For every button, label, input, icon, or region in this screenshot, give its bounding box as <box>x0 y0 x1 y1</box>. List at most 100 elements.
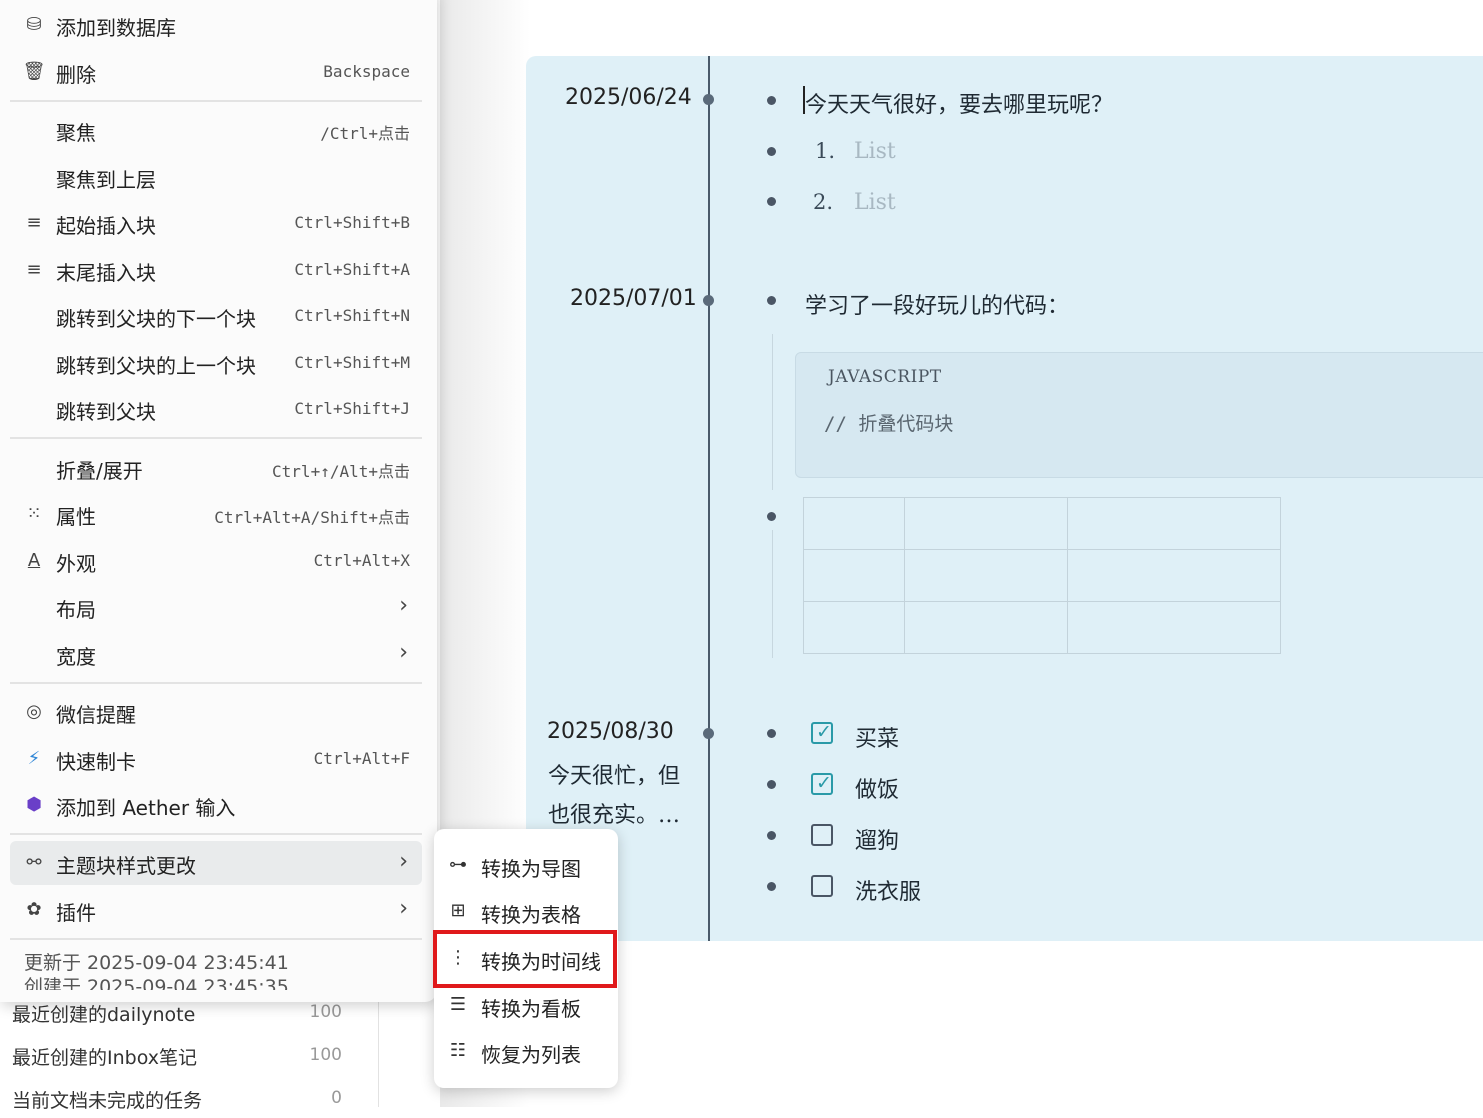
kanban-icon: ☰ <box>449 994 467 1015</box>
submenu-item-restore-list[interactable]: ☷ 恢复为列表 <box>434 1029 618 1073</box>
menu-item-width[interactable]: 宽度 › <box>10 632 422 676</box>
menu-item-shortcut: Ctrl+Alt+X <box>313 551 410 570</box>
bullet[interactable] <box>767 96 776 105</box>
chevron-right-icon: › <box>399 849 408 874</box>
list-number: 1. <box>815 139 836 163</box>
task-label[interactable]: 做饭 <box>855 772 899 804</box>
menu-item-focus[interactable]: 聚焦 /Ctrl+点击 <box>10 108 422 152</box>
menu-item-focus-parent[interactable]: 聚焦到上层 <box>10 155 422 199</box>
paragraph[interactable]: 今天天气很好，要去哪里玩呢？ <box>805 87 1113 119</box>
bullet[interactable] <box>767 831 776 840</box>
bullet[interactable] <box>767 882 776 891</box>
menu-item-add-to-database[interactable]: ⛁ 添加到数据库 <box>10 3 422 47</box>
menu-item-theme-block-style[interactable]: ⚯ 主题块样式更改 › <box>10 841 422 885</box>
menu-item-label: 聚焦 <box>56 121 96 145</box>
list-item[interactable]: 当前文档未完成的任务 0 <box>0 1078 350 1118</box>
plugin-icon: ✿ <box>26 899 42 920</box>
menu-item-jump-parent[interactable]: 跳转到父块 Ctrl+Shift+J <box>10 387 422 431</box>
task-label[interactable]: 洗衣服 <box>855 874 921 906</box>
menu-item-jump-parent-next[interactable]: 跳转到父块的下一个块 Ctrl+Shift+N <box>10 294 422 338</box>
menu-item-label: 添加到 Aether 输入 <box>56 796 236 820</box>
task-checkbox[interactable] <box>811 824 833 846</box>
menu-item-delete[interactable]: 🗑 删除 Backspace <box>10 50 422 94</box>
table-cell[interactable] <box>904 601 1068 654</box>
bullet[interactable] <box>767 512 776 521</box>
appearance-icon: A <box>27 550 41 571</box>
code-language[interactable]: JAVASCRIPT <box>828 367 942 387</box>
list-icon: ☷ <box>449 1040 467 1061</box>
table-cell[interactable] <box>1067 549 1281 602</box>
table-block[interactable] <box>803 497 1281 654</box>
menu-item-attributes[interactable]: ⁙ 属性 Ctrl+Alt+A/Shift+点击 <box>10 492 422 536</box>
menu-item-shortcut: Ctrl+Shift+B <box>294 213 410 232</box>
timeline-note: 也很充实。… <box>548 803 681 828</box>
code-block[interactable]: JAVASCRIPT // 折叠代码块 <box>795 352 1483 478</box>
list-item-label: 最近创建的Inbox笔记 <box>12 1047 197 1069</box>
trash-icon: 🗑 <box>22 61 46 82</box>
paragraph[interactable]: 学习了一段好玩儿的代码： <box>805 288 1069 320</box>
menu-item-insert-before[interactable]: ≡ 起始插入块 Ctrl+Shift+B <box>10 201 422 245</box>
aether-icon: ⬢ <box>26 794 42 815</box>
menu-item-label: 跳转到父块 <box>56 400 156 424</box>
bullet[interactable] <box>767 780 776 789</box>
menu-item-jump-parent-prev[interactable]: 跳转到父块的上一个块 Ctrl+Shift+M <box>10 341 422 385</box>
menu-item-insert-after[interactable]: ≡ 末尾插入块 Ctrl+Shift+A <box>10 248 422 292</box>
menu-item-label: 跳转到父块的下一个块 <box>56 307 256 331</box>
code-content[interactable]: // 折叠代码块 <box>824 409 953 436</box>
table-cell[interactable] <box>803 601 905 654</box>
highlight-annotation <box>433 930 617 988</box>
submenu-item-label: 转换为导图 <box>481 857 581 881</box>
bullet[interactable] <box>767 729 776 738</box>
submenu-item-kanban[interactable]: ☰ 转换为看板 <box>434 983 618 1027</box>
timeline-date: 2025/06/24 <box>565 85 692 110</box>
menu-item-appearance[interactable]: A 外观 Ctrl+Alt+X <box>10 539 422 583</box>
submenu-item-table[interactable]: ⊞ 转换为表格 <box>434 889 618 933</box>
table-cell[interactable] <box>1067 497 1281 550</box>
bullet[interactable] <box>767 197 776 206</box>
menu-item-shortcut: Ctrl+Shift+N <box>294 306 410 325</box>
list-item-count: 0 <box>331 1088 342 1108</box>
menu-item-label: 快速制卡 <box>56 750 136 774</box>
table-cell[interactable] <box>803 497 905 550</box>
task-checkbox[interactable] <box>811 875 833 897</box>
submenu-item-label: 转换为看板 <box>481 997 581 1021</box>
submenu-item-label: 恢复为列表 <box>481 1043 581 1067</box>
menu-item-shortcut: Ctrl+↑/Alt+点击 <box>272 462 410 481</box>
list-item-placeholder[interactable]: List <box>854 190 896 215</box>
menu-separator <box>10 938 422 940</box>
table-cell[interactable] <box>803 549 905 602</box>
panel-divider <box>378 990 379 1107</box>
menu-item-label: 插件 <box>56 901 96 925</box>
bullet[interactable] <box>767 296 776 305</box>
chevron-right-icon: › <box>399 640 408 665</box>
list-item[interactable]: 最近创建的Inbox笔记 100 <box>0 1035 350 1075</box>
table-cell[interactable] <box>1067 601 1281 654</box>
table-icon: ⊞ <box>450 900 466 921</box>
bullet[interactable] <box>767 147 776 156</box>
menu-item-quick-card[interactable]: ⚡ 快速制卡 Ctrl+Alt+F <box>10 737 422 781</box>
menu-item-add-to-aether[interactable]: ⬢ 添加到 Aether 输入 <box>10 783 422 827</box>
task-label[interactable]: 买菜 <box>855 721 899 753</box>
check-icon: ✓ <box>816 721 832 743</box>
menu-separator <box>10 437 422 439</box>
created-timestamp: 创建于 2025-09-04 23:45:35 <box>24 976 289 990</box>
menu-item-layout[interactable]: 布局 › <box>10 585 422 629</box>
menu-item-wechat-reminder[interactable]: ◎ 微信提醒 <box>10 690 422 734</box>
list-item-placeholder[interactable]: List <box>854 139 896 164</box>
submenu-item-label: 转换为表格 <box>481 903 581 927</box>
task-checkbox[interactable]: ✓ <box>811 772 833 795</box>
submenu-item-mindmap[interactable]: ⊶ 转换为导图 <box>434 843 618 887</box>
table-cell[interactable] <box>904 497 1068 550</box>
task-checkbox[interactable]: ✓ <box>811 721 833 744</box>
menu-item-fold[interactable]: 折叠/展开 Ctrl+↑/Alt+点击 <box>10 446 422 490</box>
menu-item-shortcut: Ctrl+Alt+F <box>313 749 410 768</box>
insert-after-icon: ≡ <box>26 259 42 280</box>
menu-item-label: 起始插入块 <box>56 214 156 238</box>
wechat-reminder-icon: ◎ <box>26 701 42 722</box>
menu-item-label: 添加到数据库 <box>56 16 176 40</box>
task-label[interactable]: 遛狗 <box>855 823 899 855</box>
mindmap-icon: ⊶ <box>449 854 467 875</box>
updated-timestamp: 更新于 2025-09-04 23:45:41 <box>24 952 289 974</box>
table-cell[interactable] <box>904 549 1068 602</box>
menu-item-plugins[interactable]: ✿ 插件 › <box>10 888 422 932</box>
